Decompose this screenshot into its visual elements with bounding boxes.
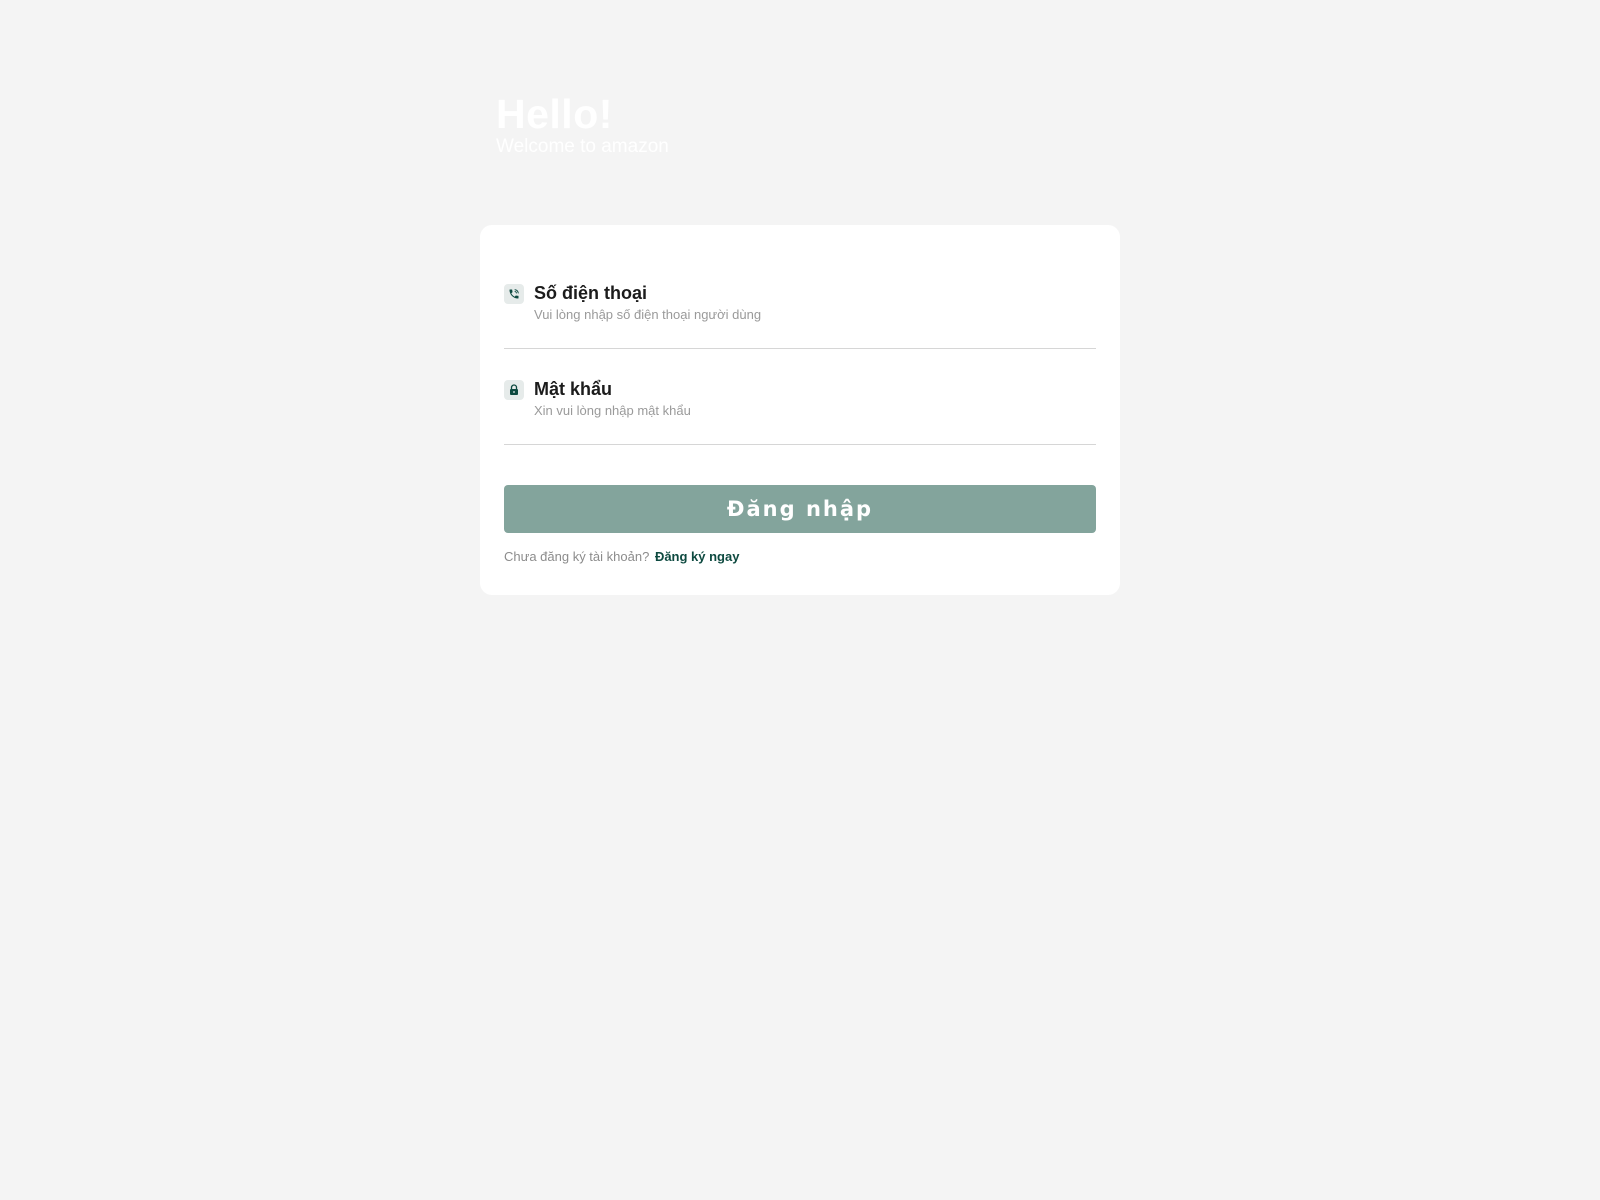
- lock-icon: [504, 380, 524, 400]
- password-label: Mật khẩu: [534, 379, 613, 399]
- phone-field-text: Số điện thoại: [534, 281, 1074, 323]
- hero-subtitle: Welcome to amazon: [496, 136, 669, 157]
- phone-label: Số điện thoại: [534, 283, 648, 303]
- login-card: Số điện thoại Mật khẩu Đăng nhập Chưa đă…: [480, 225, 1120, 595]
- hero-header: Hello! Welcome to amazon: [496, 86, 1136, 161]
- password-field-text: Mật khẩu: [534, 377, 1074, 419]
- password-field: Mật khẩu: [504, 349, 1096, 445]
- signup-prompt: Chưa đăng ký tài khoản?: [504, 549, 650, 564]
- signup-link[interactable]: Đăng ký ngay: [655, 549, 740, 564]
- password-input[interactable]: [534, 401, 1074, 419]
- phone-field: Số điện thoại: [504, 225, 1096, 349]
- phone-icon: [504, 284, 524, 304]
- phone-input[interactable]: [534, 305, 1074, 323]
- login-page: Hello! Welcome to amazon Số điện thoại V…: [0, 0, 1600, 1200]
- login-button[interactable]: Đăng nhập: [504, 485, 1096, 533]
- signup-row: Chưa đăng ký tài khoản? Đăng ký ngay: [504, 548, 739, 566]
